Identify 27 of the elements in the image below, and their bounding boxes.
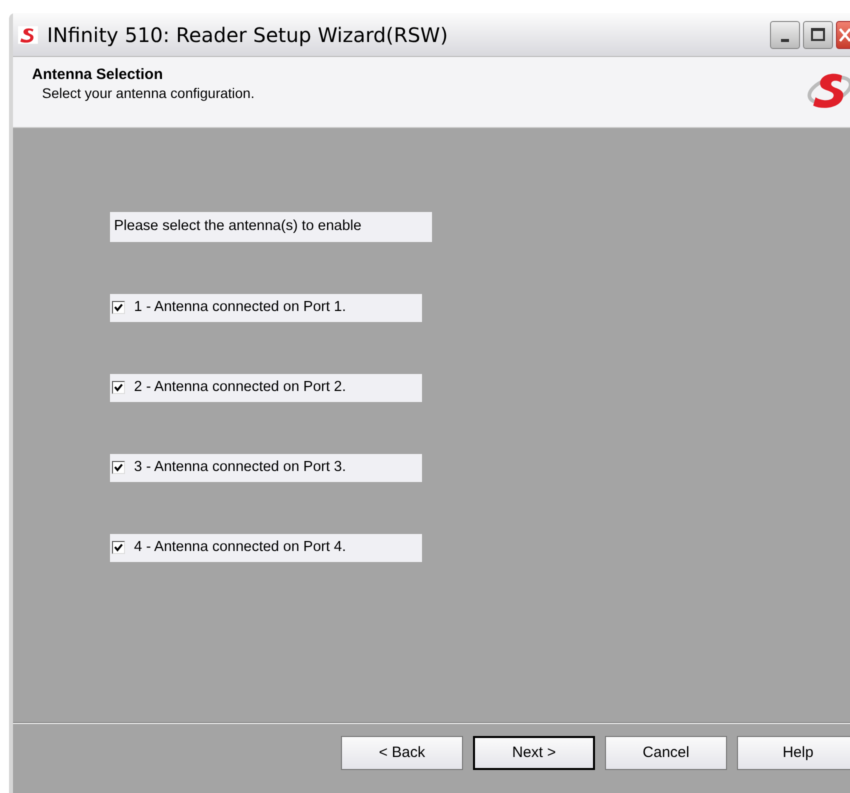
minimize-icon [781, 38, 789, 42]
checkbox[interactable] [112, 301, 125, 314]
page-subtitle: Select your antenna configuration. [42, 84, 254, 102]
maximize-button[interactable] [803, 20, 833, 48]
window-title: INfinity 510: Reader Setup Wizard(RSW) [47, 22, 448, 48]
check-icon [114, 303, 123, 312]
wizard-button[interactable]: < Back [341, 736, 463, 770]
check-icon [114, 383, 123, 392]
check-icon [114, 463, 123, 472]
close-button[interactable] [836, 20, 850, 48]
minimize-button[interactable] [770, 20, 800, 48]
antenna-checkbox[interactable]: 2 - Antenna connected on Port 2. [110, 374, 422, 402]
antenna-checkbox[interactable]: 1 - Antenna connected on Port 1. [110, 294, 422, 322]
wizard-button[interactable]: Cancel [605, 736, 727, 770]
maximize-icon [811, 28, 825, 41]
antenna-checkbox[interactable]: 4 - Antenna connected on Port 4. [110, 534, 422, 562]
app-icon [17, 24, 39, 46]
checkbox[interactable] [112, 541, 125, 554]
checkbox[interactable] [112, 461, 125, 474]
wizard-button[interactable]: Next > [473, 736, 595, 770]
antenna-checkbox[interactable]: 3 - Antenna connected on Port 3. [110, 454, 422, 482]
close-icon [839, 28, 850, 42]
check-icon [114, 543, 123, 552]
checkbox[interactable] [112, 381, 125, 394]
prompt-label: Please select the antenna(s) to enable [110, 212, 432, 242]
wizard-button[interactable]: Help [737, 736, 850, 770]
page-title: Antenna Selection [32, 66, 164, 84]
